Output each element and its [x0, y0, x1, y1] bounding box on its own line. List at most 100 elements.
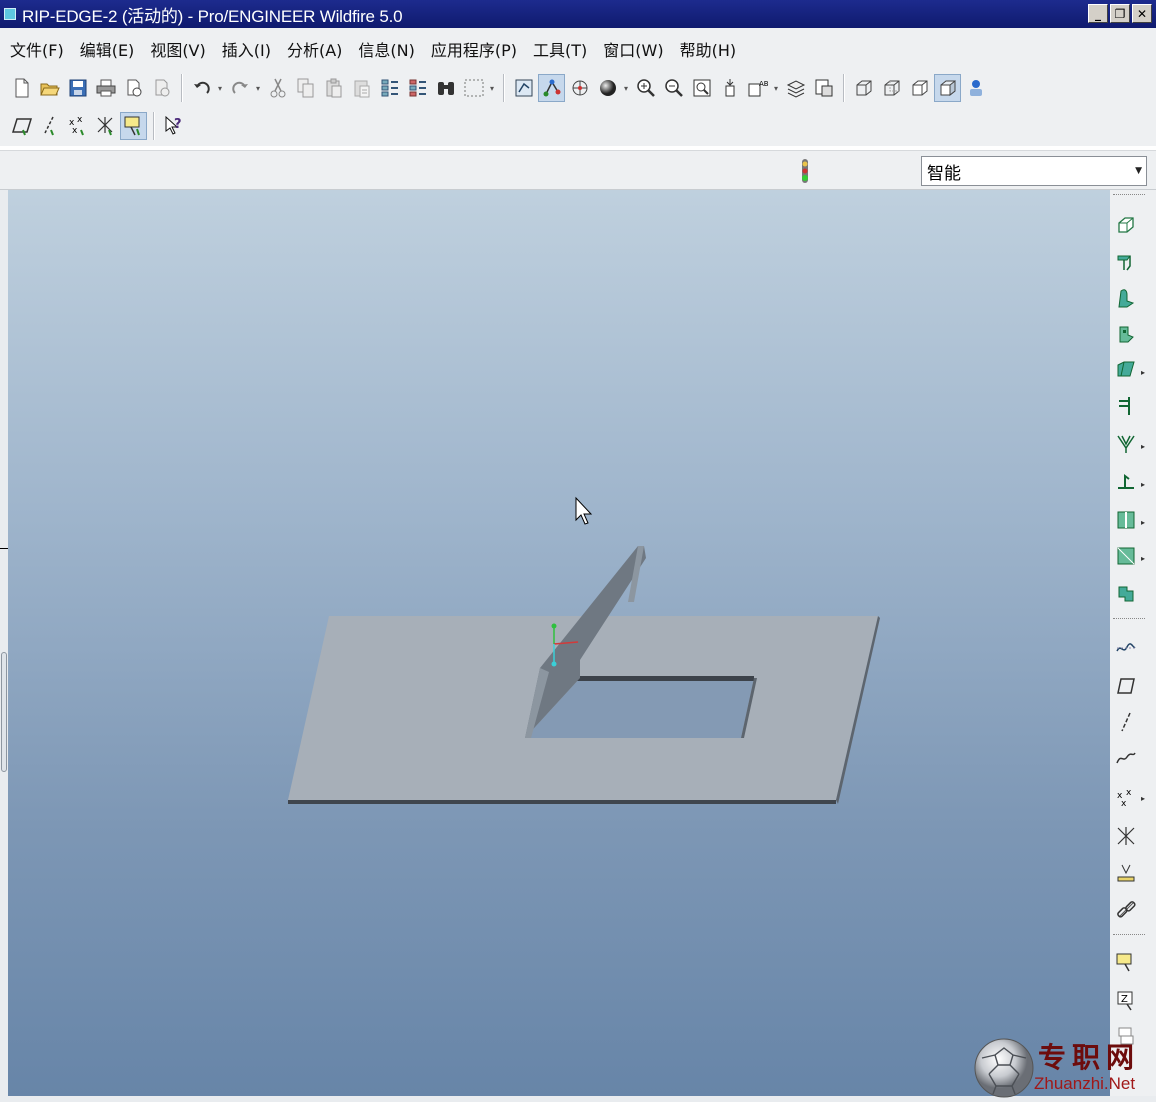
flyout-arrow-icon[interactable]: ▸ — [1141, 794, 1145, 803]
coordinate-system-icon[interactable] — [1112, 822, 1140, 850]
annotation-toggle-icon[interactable] — [120, 112, 147, 140]
paste-special-icon[interactable] — [348, 74, 375, 102]
toolbar-grip — [1113, 194, 1145, 197]
sketch-curve-icon[interactable] — [1112, 744, 1140, 772]
zoom-out-icon[interactable] — [660, 74, 687, 102]
reorient-icon[interactable] — [716, 74, 743, 102]
close-button[interactable]: ✕ — [1132, 4, 1152, 23]
send-attachment-icon[interactable] — [148, 74, 175, 102]
refit-icon[interactable] — [688, 74, 715, 102]
shaded-icon[interactable] — [934, 74, 961, 102]
open-icon[interactable] — [36, 74, 63, 102]
status-bar: 智能 ▼ — [0, 150, 1156, 190]
flyout-arrow-icon[interactable]: ▸ — [1141, 368, 1145, 377]
edge-bend-icon[interactable] — [1112, 468, 1140, 496]
convert-icon[interactable] — [1112, 580, 1140, 608]
hidden-line-icon[interactable] — [878, 74, 905, 102]
saved-views-dropdown[interactable]: ▾ — [772, 74, 780, 102]
svg-text:x: x — [72, 126, 78, 136]
annotation-feature-icon[interactable] — [1112, 948, 1140, 976]
view-manager-icon[interactable] — [810, 74, 837, 102]
toolbar-separator — [503, 74, 505, 102]
datum-plane-icon[interactable] — [1112, 672, 1140, 700]
menu-insert[interactable]: 插入(I) — [214, 37, 279, 61]
menu-file[interactable]: 文件(F) — [2, 37, 72, 61]
graphics-window[interactable] — [8, 190, 1110, 1096]
print-icon[interactable] — [92, 74, 119, 102]
svg-text:?: ? — [174, 117, 182, 132]
wireframe-icon[interactable] — [850, 74, 877, 102]
redo-dropdown[interactable]: ▾ — [254, 74, 262, 102]
model-canvas — [288, 496, 880, 804]
copy-icon[interactable] — [292, 74, 319, 102]
datum-axis-icon[interactable] — [1112, 708, 1140, 736]
restore-button[interactable]: ❐ — [1110, 4, 1130, 23]
toolbar-separator — [181, 74, 183, 102]
context-help-icon[interactable]: ? — [160, 112, 187, 140]
menu-applications[interactable]: 应用程序(P) — [423, 37, 525, 61]
spin-center-icon[interactable] — [566, 74, 593, 102]
no-hidden-icon[interactable] — [906, 74, 933, 102]
svg-text:AB: AB — [759, 80, 769, 88]
minimize-button[interactable]: _ — [1088, 4, 1108, 23]
flange-wall-icon[interactable] — [1112, 248, 1140, 276]
datum-display-icon[interactable] — [538, 74, 565, 102]
new-icon[interactable] — [8, 74, 35, 102]
bend-icon[interactable] — [1112, 392, 1140, 420]
chevron-down-icon: ▼ — [1135, 166, 1142, 176]
svg-text:x: x — [77, 115, 83, 125]
menu-edit[interactable]: 编辑(E) — [72, 37, 143, 61]
saved-views-icon[interactable]: AB — [744, 74, 771, 102]
flyout-arrow-icon[interactable]: ▸ — [1141, 518, 1145, 527]
extrude-wall-icon[interactable] — [1112, 320, 1140, 348]
menu-help[interactable]: 帮助(H) — [672, 37, 745, 61]
selection-filter-select[interactable]: 智能 ▼ — [921, 156, 1147, 186]
shading-icon[interactable] — [594, 74, 621, 102]
datum-plane-toggle-icon[interactable] — [8, 112, 35, 140]
flyout-arrow-icon[interactable]: ▸ — [1141, 480, 1145, 489]
datum-axis-toggle-icon[interactable] — [36, 112, 63, 140]
regen-manager-icon[interactable] — [404, 74, 431, 102]
unbend-icon[interactable] — [1112, 430, 1140, 458]
save-icon[interactable] — [64, 74, 91, 102]
analysis-feature-icon[interactable] — [1112, 858, 1140, 886]
send-mail-icon[interactable] — [120, 74, 147, 102]
flyout-arrow-icon[interactable]: ▸ — [1141, 442, 1145, 451]
chain-link-icon[interactable] — [1112, 896, 1140, 924]
sheetmetal-wall-icon[interactable] — [1112, 212, 1140, 240]
menu-window[interactable]: 窗口(W) — [595, 37, 671, 61]
watermark-logo — [974, 1038, 1034, 1098]
find-icon[interactable] — [432, 74, 459, 102]
undo-icon[interactable] — [188, 74, 215, 102]
flyout-arrow-icon[interactable]: ▸ — [1141, 554, 1145, 563]
main-toolbar: ▾ ▾ ▾ ▾ AB ▾ — [0, 70, 1156, 106]
menu-analysis[interactable]: 分析(A) — [279, 37, 350, 61]
coord-sys-toggle-icon[interactable] — [92, 112, 119, 140]
twist-wall-icon[interactable] — [1112, 356, 1140, 384]
undo-dropdown[interactable]: ▾ — [216, 74, 224, 102]
zoom-in-icon[interactable] — [632, 74, 659, 102]
left-panel-edge — [0, 190, 8, 1096]
select-box-icon[interactable] — [460, 74, 487, 102]
flat-wall-icon[interactable] — [1112, 284, 1140, 312]
select-dropdown[interactable]: ▾ — [488, 74, 496, 102]
navigator-sash[interactable] — [1, 652, 7, 772]
layers-icon[interactable] — [782, 74, 809, 102]
model-tree-icon[interactable] — [962, 74, 989, 102]
menu-info[interactable]: 信息(N) — [350, 37, 422, 61]
shading-dropdown[interactable]: ▾ — [622, 74, 630, 102]
regenerate-icon[interactable] — [376, 74, 403, 102]
menu-tools[interactable]: 工具(T) — [525, 37, 595, 61]
cut-icon[interactable] — [264, 74, 291, 102]
menu-view[interactable]: 视图(V) — [142, 37, 213, 61]
paste-icon[interactable] — [320, 74, 347, 102]
datum-point-toggle-icon[interactable]: xxx — [64, 112, 91, 140]
redo-icon[interactable] — [226, 74, 253, 102]
rip-icon[interactable] — [1112, 506, 1140, 534]
toolbar-grip — [1113, 618, 1145, 621]
note-icon[interactable]: Z — [1112, 986, 1140, 1014]
datum-point-icon[interactable]: xxx — [1112, 784, 1140, 812]
datum-curve-icon[interactable] — [1112, 634, 1140, 662]
refit-view-icon[interactable] — [510, 74, 537, 102]
corner-relief-icon[interactable] — [1112, 542, 1140, 570]
